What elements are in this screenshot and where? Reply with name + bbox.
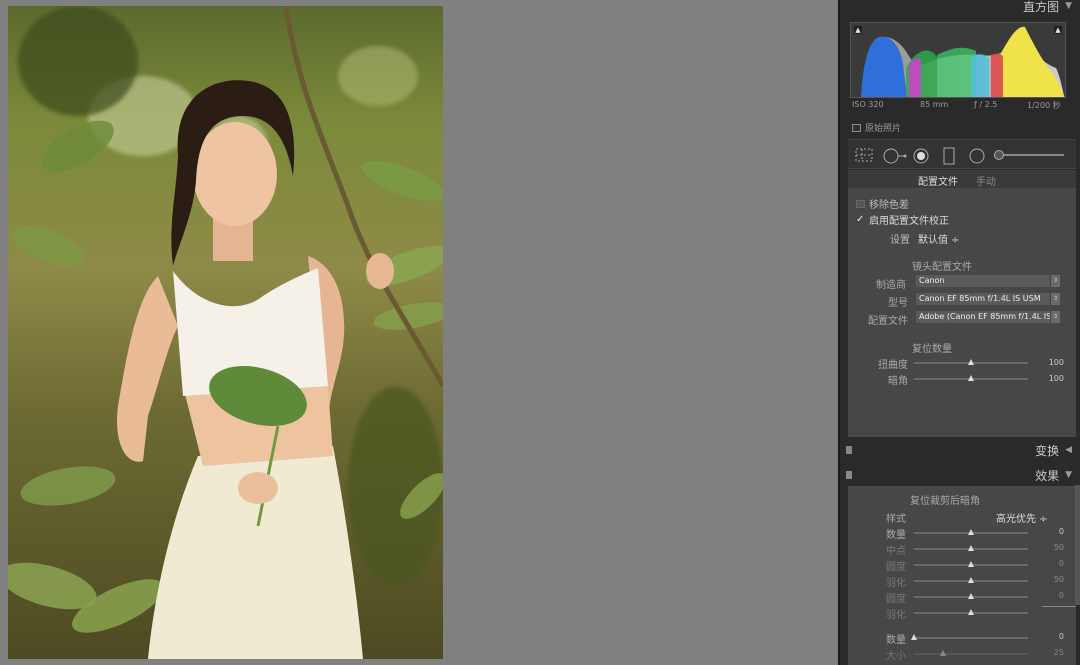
distortion-value[interactable]: 100 — [1046, 358, 1064, 367]
setup-dropdown[interactable]: 默认值 ÷ — [918, 231, 960, 246]
red-eye-icon[interactable] — [912, 147, 930, 165]
make-select[interactable]: Canon ⇕ — [916, 275, 1060, 287]
tab-manual[interactable]: 手动 — [976, 173, 996, 188]
checkmark-icon[interactable]: ✓ — [856, 214, 865, 225]
setup-label: 设置 — [890, 235, 910, 246]
lens-tabs: 配置文件 手动 — [848, 170, 1076, 188]
make-label: 制造商 — [876, 280, 906, 291]
histogram-curve — [861, 26, 1065, 97]
transform-header[interactable]: 变换 ◀ — [840, 440, 1080, 460]
highlight-clipping-icon[interactable]: ▲ — [1054, 26, 1062, 34]
panel-toggle-icon[interactable] — [846, 471, 852, 479]
exif-focal: 85 mm — [920, 100, 949, 109]
vignetting-slider[interactable] — [914, 375, 1028, 381]
exif-iso: ISO 320 — [852, 100, 884, 109]
enable-profile-label: 启用配置文件校正 — [869, 216, 949, 227]
vignetting-label: 暗角 — [888, 376, 908, 387]
distortion-slider[interactable] — [914, 359, 1028, 365]
slider-thumb[interactable] — [939, 650, 946, 656]
brush-slider[interactable] — [994, 150, 1064, 160]
grain-size-value[interactable]: 25 — [1046, 648, 1064, 657]
make-value: Canon — [919, 276, 945, 285]
lens-corrections-panel: 配置文件 手动 移除色差 ✓ 启用配置文件校正 设置 默认值 ÷ 镜头配置文件 … — [848, 170, 1076, 437]
effects-panel: 复位裁剪后暗角 样式 高光优先 ÷ 数量 0 中点 50 圆度 0 羽化 50 圆度 0 羽化 数量… — [848, 486, 1076, 665]
exif-aperture: ƒ / 2.5 — [974, 100, 998, 109]
remove-ca-label: 移除色差 — [869, 200, 909, 211]
grain-size-label: 大小 — [886, 651, 906, 662]
exif-shutter: 1/200 秒 — [1027, 101, 1061, 110]
tool-strip — [848, 139, 1076, 169]
histogram-graph[interactable]: ▲ ▲ — [850, 22, 1066, 98]
panel-toggle-icon[interactable] — [846, 446, 852, 454]
enable-profile-row[interactable]: ✓ 启用配置文件校正 — [856, 212, 949, 227]
expand-arrow-icon: ◀ — [1065, 445, 1072, 455]
setup-row: 设置 默认值 ÷ — [890, 231, 960, 246]
histogram-header[interactable]: 直方图 ▼ — [840, 0, 1080, 16]
original-photo-label: 原始照片 — [865, 124, 902, 134]
model-label: 型号 — [888, 298, 908, 309]
tab-profile[interactable]: 配置文件 — [918, 173, 958, 188]
checkbox-icon[interactable] — [852, 123, 861, 132]
select-stepper-icon: ⇕ — [1050, 293, 1060, 305]
photo-subject — [8, 6, 443, 659]
profile-select[interactable]: Adobe (Canon EF 85mm f/1.4L IS... ⇕ — [916, 311, 1060, 323]
remove-ca-checkbox[interactable] — [856, 199, 865, 208]
collapse-arrow-icon: ▼ — [1065, 1, 1072, 11]
transform-title: 变换 — [1035, 443, 1060, 458]
brush-icon — [994, 150, 1004, 160]
shadow-clipping-icon[interactable]: ▲ — [854, 26, 862, 34]
profile-label: 配置文件 — [868, 316, 908, 327]
spot-removal-icon[interactable] — [882, 147, 908, 165]
profile-value: Adobe (Canon EF 85mm f/1.4L IS... — [919, 312, 1059, 321]
effects-title: 效果 — [1035, 468, 1060, 483]
original-photo-toggle[interactable]: 原始照片 — [852, 121, 901, 134]
distortion-label: 扭曲度 — [878, 360, 908, 371]
collapse-arrow-icon: ▼ — [1065, 470, 1072, 480]
model-value: Canon EF 85mm f/1.4L IS USM — [919, 294, 1041, 303]
develop-right-panel: 直方图 ▼ ▲ ▲ ISO 320 85 mm ƒ / 2.5 1/200 秒 … — [838, 0, 1080, 665]
graduated-filter-icon[interactable] — [942, 147, 956, 165]
crop-overlay-icon[interactable] — [854, 147, 874, 163]
select-stepper-icon: ⇕ — [1050, 311, 1060, 323]
grain-size-slider[interactable] — [914, 650, 1028, 656]
histogram-title: 直方图 — [1023, 0, 1060, 14]
slider-thumb[interactable] — [968, 375, 974, 381]
radial-filter-icon[interactable] — [968, 147, 986, 165]
vignetting-value[interactable]: 100 — [1046, 374, 1064, 383]
amount-header: 复位数量 — [912, 344, 952, 355]
lens-profile-header: 镜头配置文件 — [912, 262, 972, 273]
effects-header[interactable]: 效果 ▼ — [840, 465, 1080, 485]
photo-preview[interactable] — [8, 6, 443, 659]
panel-scrollbar[interactable] — [1075, 485, 1080, 605]
slider-thumb[interactable] — [968, 359, 974, 365]
model-select[interactable]: Canon EF 85mm f/1.4L IS USM ⇕ — [916, 293, 1060, 305]
grain-size-row: 大小 25 — [848, 486, 1076, 665]
remove-ca-row[interactable]: 移除色差 — [856, 196, 909, 211]
select-stepper-icon: ⇕ — [1050, 275, 1060, 287]
